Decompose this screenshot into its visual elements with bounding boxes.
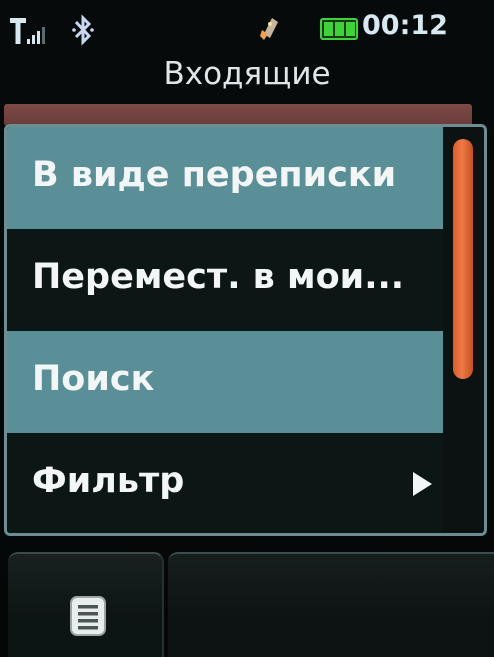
battery-icon	[320, 18, 358, 40]
options-menu-list: В виде переписки Перемест. в мои... Поис…	[7, 127, 443, 533]
menu-item-move-to-my[interactable]: Перемест. в мои...	[7, 229, 443, 331]
clock-time: 00:12	[362, 10, 448, 41]
softkey-bar	[0, 540, 494, 657]
menu-item-label: В виде переписки	[32, 155, 397, 195]
softkey-left[interactable]	[8, 552, 164, 657]
menu-item-filter[interactable]: Фильтр	[7, 433, 443, 533]
bluetooth-icon	[72, 14, 94, 46]
menu-item-label: Поиск	[32, 359, 155, 399]
menu-item-label: Фильтр	[32, 461, 185, 501]
recording-icon	[260, 18, 278, 40]
chevron-right-icon	[413, 472, 432, 496]
signal-icon	[10, 18, 45, 44]
list-header-strip	[4, 104, 472, 126]
list-menu-icon	[70, 596, 106, 636]
menu-item-search[interactable]: Поиск	[7, 331, 443, 433]
scrollbar-thumb[interactable]	[453, 139, 473, 379]
phone-screen: 00:12 Входящие В виде переписки Перемест…	[0, 0, 494, 657]
status-bar: 00:12	[0, 0, 494, 58]
page-title: Входящие	[163, 56, 331, 92]
softkey-right[interactable]	[168, 552, 494, 657]
menu-item-label: Перемест. в мои...	[32, 257, 405, 297]
menu-scrollbar[interactable]	[443, 127, 484, 533]
options-menu: В виде переписки Перемест. в мои... Поис…	[4, 124, 487, 536]
menu-item-conversation-view[interactable]: В виде переписки	[7, 127, 443, 229]
